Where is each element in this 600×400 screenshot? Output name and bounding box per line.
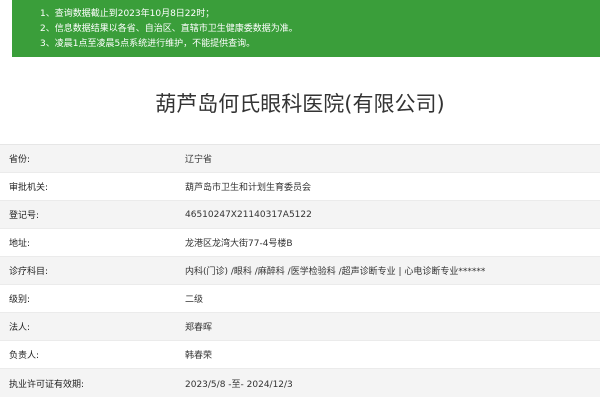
row-label: 负责人:: [9, 351, 40, 361]
table-row: 审批机关: 葫芦岛市卫生和计划生育委员会: [0, 173, 600, 201]
table-row: 登记号: 46510247X21140317A5122: [0, 201, 600, 229]
row-label: 登记号:: [9, 211, 40, 221]
row-value: 龙港区龙湾大街77-4号楼B: [185, 239, 293, 249]
table-row: 法人: 郑春晖: [0, 313, 600, 341]
row-label: 省份:: [9, 155, 31, 165]
table-row: 地址: 龙港区龙湾大街77-4号楼B: [0, 229, 600, 257]
table-row: 执业许可证有效期: 2023/5/8 -至- 2024/12/3: [0, 369, 600, 397]
page-title: 葫芦岛何氏眼科医院(有限公司): [155, 92, 445, 116]
row-label: 审批机关:: [9, 183, 49, 193]
notice-line: 1、查询数据截止到2023年10月8日22时；: [40, 9, 215, 19]
row-label: 法人:: [9, 323, 31, 333]
row-value: 韩春荣: [185, 351, 213, 361]
table-row: 省份: 辽宁省: [0, 145, 600, 173]
row-label: 执业许可证有效期:: [9, 379, 85, 390]
row-value: 郑春晖: [185, 323, 213, 333]
info-table: 省份: 辽宁省 审批机关: 葫芦岛市卫生和计划生育委员会 登记号: 465102…: [0, 144, 600, 397]
row-value: 46510247X21140317A5122: [185, 209, 312, 220]
table-row: 负责人: 韩春荣: [0, 341, 600, 369]
table-row: 诊疗科目: 内科(门诊) /眼科 /麻醉科 /医学检验科 /超声诊断专业 | 心…: [0, 257, 600, 285]
row-label: 诊疗科目:: [9, 267, 49, 277]
notice-line: 3、凌晨1点至凌晨5点系统进行维护，不能提供查询。: [40, 39, 256, 49]
row-value: 二级: [185, 295, 204, 305]
row-value: 2023/5/8 -至- 2024/12/3: [185, 379, 293, 390]
row-value: 葫芦岛市卫生和计划生育委员会: [185, 183, 312, 193]
row-label: 地址:: [9, 239, 31, 249]
row-label: 级别:: [9, 295, 31, 305]
table-row: 级别: 二级: [0, 285, 600, 313]
notice-line: 2、信息数据结果以各省、自治区、直辖市卫生健康委数据为准。: [40, 24, 298, 34]
row-value: 辽宁省: [185, 155, 213, 165]
notice-banner: 1、查询数据截止到2023年10月8日22时； 2、信息数据结果以各省、自治区、…: [12, 0, 600, 57]
row-value: 内科(门诊) /眼科 /麻醉科 /医学检验科 /超声诊断专业 | 心电诊断专业*…: [185, 267, 486, 277]
